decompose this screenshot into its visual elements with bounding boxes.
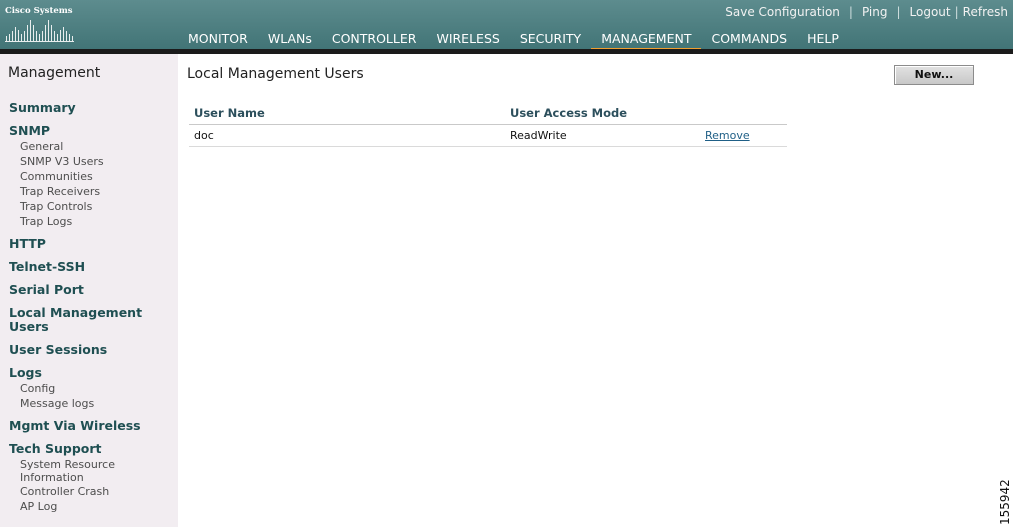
cell-user-name: doc [194, 129, 214, 142]
sidebar: Management Summary SNMP General SNMP V3 … [0, 54, 178, 527]
sidebar-subitem-trap-receivers[interactable]: Trap Receivers [20, 185, 170, 198]
remove-user-link[interactable]: Remove [705, 129, 750, 142]
table-header-row: User Name User Access Mode [189, 104, 787, 125]
sidebar-title: Management [8, 65, 101, 81]
table-row: doc ReadWrite Remove [189, 125, 787, 147]
logo-text: Cisco Systems [5, 6, 73, 16]
sidebar-item-tech-support[interactable]: Tech Support [9, 442, 174, 456]
sidebar-item-http[interactable]: HTTP [9, 237, 174, 251]
nav-monitor[interactable]: MONITOR [178, 31, 258, 49]
nav-commands[interactable]: COMMANDS [701, 31, 797, 49]
sidebar-subitem-config[interactable]: Config [20, 382, 170, 395]
sidebar-subitem-controller-crash[interactable]: Controller Crash [20, 485, 170, 498]
sidebar-item-local-management-users[interactable]: Local Management Users [9, 306, 149, 334]
main-nav: MONITOR WLANs CONTROLLER WIRELESS SECURI… [178, 31, 849, 53]
sidebar-subitem-general[interactable]: General [20, 140, 170, 153]
nav-security[interactable]: SECURITY [510, 31, 591, 49]
users-table: User Name User Access Mode doc ReadWrite… [189, 104, 787, 147]
page-title: Local Management Users [187, 66, 364, 82]
nav-help[interactable]: HELP [797, 31, 849, 49]
nav-controller[interactable]: CONTROLLER [322, 31, 427, 49]
column-header-user-name: User Name [194, 106, 265, 120]
sidebar-subitem-communities[interactable]: Communities [20, 170, 170, 183]
separator: | [896, 5, 901, 19]
nav-wlans[interactable]: WLANs [258, 31, 322, 49]
separator: | [848, 5, 853, 19]
sidebar-item-telnet-ssh[interactable]: Telnet-SSH [9, 260, 174, 274]
cisco-logo: Cisco Systems [5, 6, 75, 43]
ping-link[interactable]: Ping [862, 5, 888, 19]
sidebar-subitem-snmp-v3-users[interactable]: SNMP V3 Users [20, 155, 170, 168]
sidebar-subitem-ap-log[interactable]: AP Log [20, 500, 170, 513]
refresh-link[interactable]: Refresh [963, 5, 1008, 19]
cisco-bridge-icon [5, 20, 74, 42]
utility-links: Save Configuration | Ping | Logout | Ref… [725, 4, 1008, 20]
column-header-access-mode: User Access Mode [510, 106, 628, 120]
sidebar-item-user-sessions[interactable]: User Sessions [9, 343, 174, 357]
logout-link[interactable]: Logout [910, 5, 951, 19]
sidebar-item-snmp[interactable]: SNMP [9, 124, 174, 138]
save-configuration-link[interactable]: Save Configuration [725, 5, 840, 19]
header-bar: Cisco Systems Save Configuration | Ping … [0, 0, 1013, 54]
nav-management[interactable]: MANAGEMENT [591, 31, 702, 53]
sidebar-subitem-trap-controls[interactable]: Trap Controls [20, 200, 170, 213]
sidebar-item-summary[interactable]: Summary [9, 101, 174, 115]
sidebar-subitem-message-logs[interactable]: Message logs [20, 397, 170, 410]
sidebar-item-mgmt-via-wireless[interactable]: Mgmt Via Wireless [9, 419, 174, 433]
figure-id: 155942 [998, 479, 1012, 525]
sidebar-item-serial-port[interactable]: Serial Port [9, 283, 174, 297]
cell-access-mode: ReadWrite [510, 129, 567, 142]
new-user-button[interactable]: New... [894, 65, 974, 85]
nav-wireless[interactable]: WIRELESS [426, 31, 509, 49]
separator: | [954, 5, 959, 19]
sidebar-item-logs[interactable]: Logs [9, 366, 174, 380]
sidebar-subitem-trap-logs[interactable]: Trap Logs [20, 215, 170, 228]
sidebar-subitem-system-resource-information[interactable]: System Resource Information [20, 458, 132, 484]
